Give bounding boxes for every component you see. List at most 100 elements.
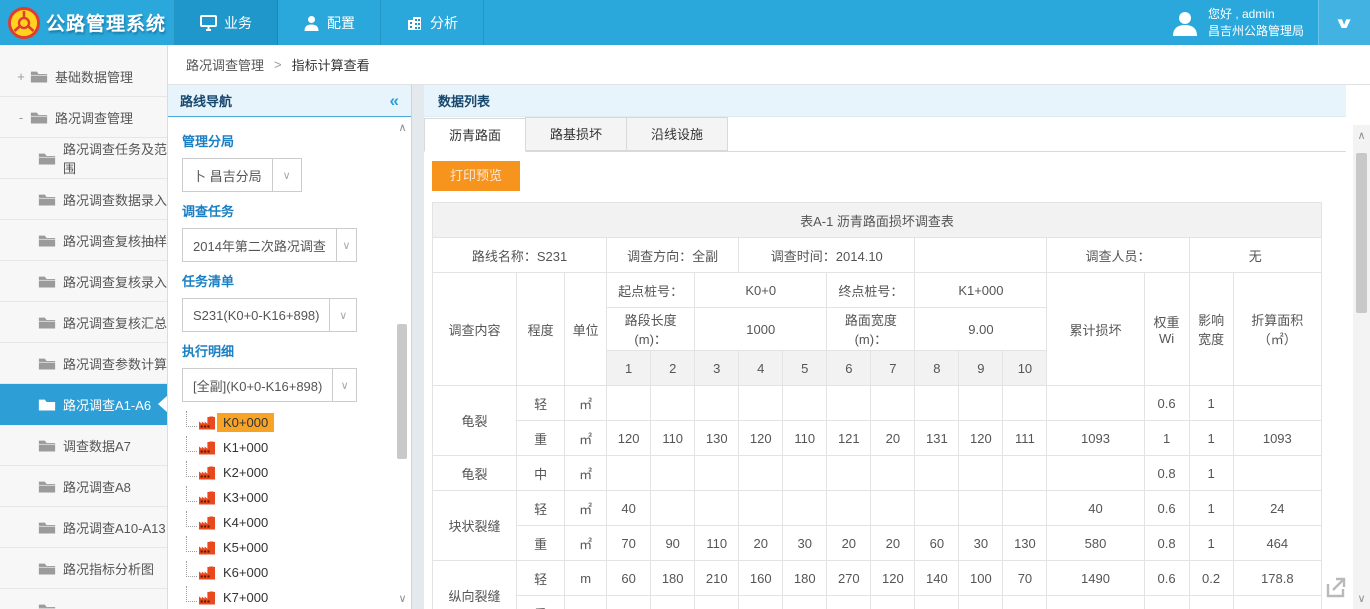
filter-dropdown-1[interactable]: 卜 昌吉分局∨ xyxy=(182,158,302,192)
tree-item-K4+000[interactable]: K4+000 xyxy=(182,510,383,535)
tree-item-K7+000[interactable]: K7+000 xyxy=(182,585,383,609)
col-header-right-4: 折算面积（㎡） xyxy=(1233,273,1321,386)
table-row: 龟裂中㎡0.81 xyxy=(433,456,1322,491)
sidebar-item-9[interactable]: +路况调查A1-A6 xyxy=(0,384,167,425)
tree-item-K3+000[interactable]: K3+000 xyxy=(182,485,383,510)
sidebar-item-12[interactable]: +路况调查A10-A13 xyxy=(0,507,167,548)
tree-item-K6+000[interactable]: K6+000 xyxy=(182,560,383,585)
folder-icon xyxy=(38,521,56,534)
sidebar-item-11[interactable]: +路况调查A8 xyxy=(0,466,167,507)
top-tab-1[interactable]: 业务 xyxy=(175,0,278,45)
value-cell: 70 xyxy=(1003,561,1047,596)
breadcrumb-parent[interactable]: 路况调查管理 xyxy=(186,55,264,74)
tab-2[interactable]: 路基损坏 xyxy=(525,117,627,151)
sidebar-item-7[interactable]: +路况调查复核汇总 xyxy=(0,302,167,343)
top-tab-label: 分析 xyxy=(430,13,458,33)
weight-cell: 0.6 xyxy=(1144,491,1189,526)
value-cell xyxy=(871,386,915,421)
section-number-5: 5 xyxy=(783,351,827,386)
scroll-up-icon[interactable]: ∧ xyxy=(395,121,410,134)
sidebar-item-5[interactable]: +路况调查复核抽样 xyxy=(0,220,167,261)
filter-dropdown-4[interactable]: [全副](K0+0-K16+898)∨ xyxy=(182,368,357,402)
toolbar: 打印预览 xyxy=(424,152,1370,202)
tree-item-K1+000[interactable]: K1+000 xyxy=(182,435,383,460)
degree-cell: 中 xyxy=(517,456,565,491)
chevron-down-icon[interactable]: ∨ xyxy=(272,159,301,191)
tree-item-K2+000[interactable]: K2+000 xyxy=(182,460,383,485)
collapse-panel-icon[interactable]: « xyxy=(390,92,399,109)
station-icon xyxy=(198,441,215,455)
app-logo-icon xyxy=(8,7,40,39)
value-cell: 50 xyxy=(607,596,651,609)
main-scrollbar-thumb[interactable] xyxy=(1356,153,1367,313)
sidebar-item-1[interactable]: +基础数据管理 xyxy=(0,56,167,97)
sidebar-item-13[interactable]: +路况指标分析图 xyxy=(0,548,167,589)
influence-cell: 0.2 xyxy=(1189,561,1233,596)
sidebar-item-3[interactable]: +路况调查任务及范围 xyxy=(0,138,167,179)
area-cell xyxy=(1233,386,1321,421)
nav-scrollbar-thumb[interactable] xyxy=(397,324,407,459)
total-cell: 1490 xyxy=(1047,561,1144,596)
tree-item-K5+000[interactable]: K5+000 xyxy=(182,535,383,560)
sidebar-item-10[interactable]: +调查数据A7 xyxy=(0,425,167,466)
damage-type-cell: 块状裂缝 xyxy=(433,491,517,561)
dropdown-value: S231(K0+0-K16+898) xyxy=(183,299,329,331)
unit-cell: ㎡ xyxy=(565,456,607,491)
total-cell: 40 xyxy=(1047,491,1144,526)
dropdown-value: 卜 昌吉分局 xyxy=(183,159,272,191)
sidebar-item-14[interactable]: + xyxy=(0,589,167,609)
tree-item-K0+000[interactable]: K0+000 xyxy=(182,410,383,435)
folder-icon xyxy=(38,234,56,247)
top-tab-3[interactable]: 分析 xyxy=(381,0,484,45)
weight-cell: 1 xyxy=(1144,421,1189,456)
sidebar-item-label: 路况调查A1-A6 xyxy=(63,395,151,414)
sidebar-item-2[interactable]: -路况调查管理 xyxy=(0,97,167,138)
filter-dropdown-2[interactable]: 2014年第二次路况调查∨ xyxy=(182,228,357,262)
value-cell xyxy=(1003,456,1047,491)
nav-scrollbar[interactable]: ∧ ∨ xyxy=(395,119,410,609)
influence-cell: 1 xyxy=(1189,386,1233,421)
unit-cell: ㎡ xyxy=(565,386,607,421)
tab-3[interactable]: 沿线设施 xyxy=(626,117,728,151)
chevron-down-icon[interactable]: ∨ xyxy=(336,229,356,261)
scroll-up-icon[interactable]: ∧ xyxy=(1353,129,1370,142)
degree-cell: 重 xyxy=(517,596,565,609)
section-number-9: 9 xyxy=(959,351,1003,386)
col-header-content: 调查内容 xyxy=(433,273,517,386)
unit-cell: ㎡ xyxy=(565,491,607,526)
tree-connector xyxy=(186,536,197,552)
info-cell-6: 无 xyxy=(1189,238,1321,273)
chevron-down-icon[interactable]: ∨ xyxy=(332,369,356,401)
sidebar-item-8[interactable]: +路况调查参数计算 xyxy=(0,343,167,384)
scroll-down-icon[interactable]: ∨ xyxy=(395,592,410,605)
print-preview-button[interactable]: 打印预览 xyxy=(432,161,520,191)
chevron-down-icon[interactable]: ∨ xyxy=(329,299,356,331)
sidebar-item-6[interactable]: +路况调查复核录入 xyxy=(0,261,167,302)
top-tab-2[interactable]: 配置 xyxy=(278,0,381,45)
value-cell: 80 xyxy=(827,596,871,609)
value-cell: 30 xyxy=(783,526,827,561)
value-cell xyxy=(651,491,695,526)
breadcrumb-separator: > xyxy=(274,57,282,72)
tab-1[interactable]: 沥青路面 xyxy=(424,118,526,152)
header-row1-cell-2: K0+0 xyxy=(695,273,827,308)
influence-cell: 1 xyxy=(1189,526,1233,561)
building-icon xyxy=(406,15,423,31)
station-tree: K0+000K1+000K2+000K3+000K4+000K5+000K6+0… xyxy=(182,410,383,609)
sidebar-item-4[interactable]: +路况调查数据录入 xyxy=(0,179,167,220)
value-cell xyxy=(695,456,739,491)
value-cell xyxy=(827,386,871,421)
filter-dropdown-3[interactable]: S231(K0+0-K16+898)∨ xyxy=(182,298,357,332)
sidebar-item-label: 路况调查A8 xyxy=(63,477,131,496)
header-dropdown-button[interactable]: ∨ xyxy=(1318,0,1370,45)
popout-icon[interactable] xyxy=(1324,575,1348,599)
section-number-10: 10 xyxy=(1003,351,1047,386)
station-icon xyxy=(198,416,215,430)
route-navigation-header: 路线导航 « xyxy=(168,85,411,117)
user-greeting: 您好 , admin xyxy=(1208,6,1304,23)
main-scrollbar[interactable]: ∧ ∨ xyxy=(1353,125,1370,609)
user-box[interactable]: 您好 , admin 昌吉州公路管理局 xyxy=(1170,0,1318,45)
value-cell: 130 xyxy=(695,421,739,456)
scroll-down-icon[interactable]: ∨ xyxy=(1353,592,1370,605)
total-cell xyxy=(1047,386,1144,421)
